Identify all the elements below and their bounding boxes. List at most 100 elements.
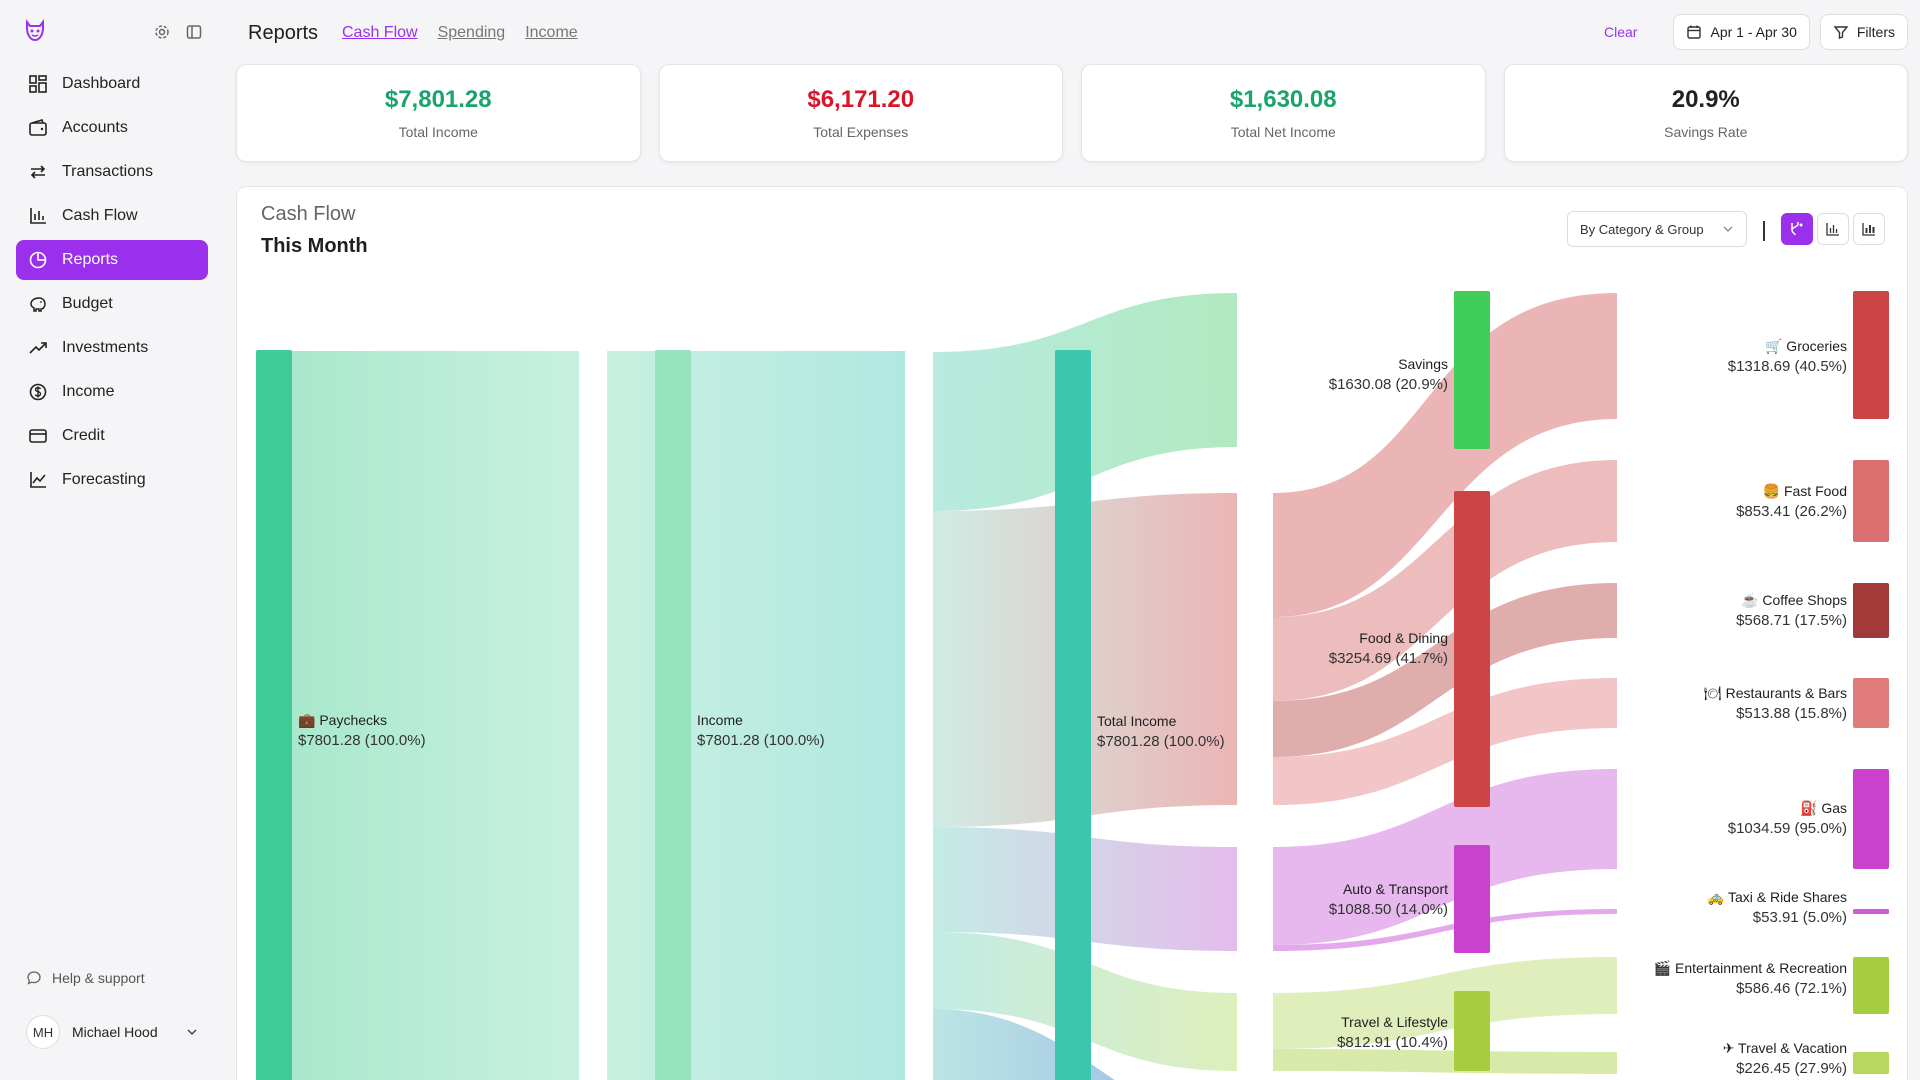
sankey-node-travel-lifestyle[interactable]: [1454, 991, 1490, 1071]
summary-card-savings-rate: 20.9% Savings Rate: [1503, 64, 1908, 162]
sankey-node-groceries[interactable]: [1853, 291, 1889, 419]
node-value-restaurants-bars: $513.88 (15.8%): [1736, 705, 1847, 722]
header: Reports Cash Flow Spending Income Clear …: [236, 0, 1920, 64]
settings-icon[interactable]: [152, 22, 172, 42]
node-label-travel-lifestyle: Travel & Lifestyle: [1341, 1014, 1448, 1030]
bar-chart-icon: [30, 208, 46, 224]
sankey-node-income[interactable]: [655, 350, 691, 1080]
filters-button[interactable]: Filters: [1819, 14, 1908, 50]
logo-icon[interactable]: [22, 18, 48, 44]
node-value-fast-food: $853.41 (26.2%): [1736, 503, 1847, 520]
credit-card-icon: [29, 429, 47, 443]
node-value-entertainment: $586.46 (72.1%): [1736, 980, 1847, 997]
arrows-icon: [30, 165, 46, 179]
page-title: Reports: [248, 22, 319, 44]
node-value-savings: $1630.08 (20.9%): [1329, 376, 1448, 393]
sidebar-item-dashboard[interactable]: Dashboard: [16, 64, 208, 104]
node-value-gas: $1034.59 (95.0%): [1728, 820, 1847, 837]
sidebar-item-investments[interactable]: Investments: [16, 328, 208, 368]
card-label: Total Income: [398, 124, 478, 140]
sidebar-item-reports[interactable]: Reports: [16, 240, 208, 280]
chat-bubble-icon: [27, 971, 41, 985]
help-support-link[interactable]: Help & support: [26, 970, 145, 986]
node-value-paychecks: $7801.28 (100.0%): [298, 732, 426, 749]
avatar: MH: [26, 1015, 60, 1049]
wallet-icon: [29, 119, 47, 136]
chevron-down-icon: [187, 1029, 197, 1036]
sidebar-item-cash-flow[interactable]: Cash Flow: [16, 196, 208, 236]
summary-cards: $7,801.28 Total Income $6,171.20 Total E…: [236, 64, 1908, 162]
tab-spending[interactable]: Spending: [438, 24, 506, 42]
sankey-node-coffee-shops[interactable]: [1853, 583, 1889, 638]
node-value-total-income: $7801.28 (100.0%): [1097, 733, 1225, 750]
date-range-label: Apr 1 - Apr 30: [1710, 24, 1797, 40]
sidebar-item-label: Reports: [62, 251, 119, 268]
node-label-groceries: 🛒 Groceries: [1765, 338, 1847, 355]
node-label-auto-transport: Auto & Transport: [1343, 881, 1448, 897]
node-label-income: Income: [697, 712, 743, 728]
node-label-savings: Savings: [1398, 356, 1448, 372]
dollar-icon: [29, 383, 47, 401]
node-label-vacation: ✈ Travel & Vacation: [1723, 1040, 1847, 1056]
line-chart-icon: [30, 472, 46, 488]
card-value: $7,801.28: [384, 86, 492, 113]
sidebar-item-transactions[interactable]: Transactions: [16, 152, 208, 192]
card-value: $6,171.20: [807, 86, 915, 113]
filter-icon: [1833, 26, 1849, 39]
sidebar-item-accounts[interactable]: Accounts: [16, 108, 208, 148]
sidebar-item-income[interactable]: Income: [16, 372, 208, 412]
node-label-entertainment: 🎬 Entertainment & Recreation: [1654, 960, 1847, 977]
summary-card-net-income: $1,630.08 Total Net Income: [1081, 64, 1486, 162]
sidebar-item-budget[interactable]: Budget: [16, 284, 208, 324]
sankey-node-gas[interactable]: [1853, 769, 1889, 869]
sidebar-item-label: Budget: [62, 295, 113, 312]
sankey-node-fast-food[interactable]: [1853, 460, 1889, 542]
dashboard-icon: [29, 75, 47, 93]
sidebar: Dashboard Accounts Transactions Cash Flo…: [0, 0, 224, 1080]
filters-label: Filters: [1856, 24, 1895, 40]
sankey-node-restaurants-bars[interactable]: [1853, 678, 1889, 728]
sankey-node-vacation[interactable]: [1853, 1052, 1889, 1074]
date-range-button[interactable]: Apr 1 - Apr 30: [1673, 14, 1810, 50]
sidebar-item-forecasting[interactable]: Forecasting: [16, 460, 208, 500]
sidebar-item-label: Forecasting: [62, 471, 146, 488]
node-label-gas: ⛽ Gas: [1800, 800, 1847, 817]
sidebar-item-credit[interactable]: Credit: [16, 416, 208, 456]
link-travel-vacation: [1273, 1049, 1617, 1074]
link-income-total: [607, 351, 905, 1080]
node-value-travel-lifestyle: $812.91 (10.4%): [1337, 1034, 1448, 1051]
clear-button[interactable]: Clear: [1604, 24, 1637, 40]
sankey-node-food-dining[interactable]: [1454, 491, 1490, 807]
sankey-node-taxi[interactable]: [1853, 909, 1889, 914]
help-support-label: Help & support: [52, 970, 145, 986]
node-label-fast-food: 🍔 Fast Food: [1763, 483, 1847, 500]
node-value-auto-transport: $1088.50 (14.0%): [1329, 901, 1448, 918]
trending-up-icon: [29, 342, 47, 354]
sidebar-top: [22, 18, 212, 46]
sankey-node-entertainment[interactable]: [1853, 957, 1889, 1014]
sankey-node-paychecks[interactable]: [256, 350, 292, 1080]
sidebar-item-label: Accounts: [62, 119, 128, 136]
sidebar-nav: Dashboard Accounts Transactions Cash Flo…: [16, 64, 208, 504]
header-actions: Clear Apr 1 - Apr 30 Filters: [1604, 14, 1908, 50]
sankey-node-total-income[interactable]: [1055, 350, 1091, 1080]
sidebar-item-label: Investments: [62, 339, 149, 356]
node-value-groceries: $1318.69 (40.5%): [1728, 358, 1847, 375]
report-tabs: Cash Flow Spending Income: [342, 24, 598, 42]
sankey-node-auto-transport[interactable]: [1454, 845, 1490, 953]
collapse-sidebar-icon[interactable]: [184, 22, 204, 42]
node-value-income: $7801.28 (100.0%): [697, 732, 825, 749]
sidebar-item-label: Cash Flow: [62, 207, 138, 224]
calendar-icon: [1687, 25, 1702, 39]
node-value-food-dining: $3254.69 (41.7%): [1329, 650, 1448, 667]
sankey-node-savings[interactable]: [1454, 291, 1490, 449]
card-label: Total Net Income: [1230, 124, 1336, 140]
piggy-bank-icon: [30, 297, 46, 312]
sidebar-item-label: Income: [62, 383, 115, 400]
node-value-vacation: $226.45 (27.9%): [1736, 1060, 1847, 1077]
tab-cash-flow[interactable]: Cash Flow: [342, 24, 418, 42]
node-label-taxi: 🚕 Taxi & Ride Shares: [1707, 889, 1847, 906]
node-value-coffee-shops: $568.71 (17.5%): [1736, 612, 1847, 629]
user-menu[interactable]: MH Michael Hood: [26, 1014, 198, 1050]
tab-income[interactable]: Income: [525, 24, 577, 42]
